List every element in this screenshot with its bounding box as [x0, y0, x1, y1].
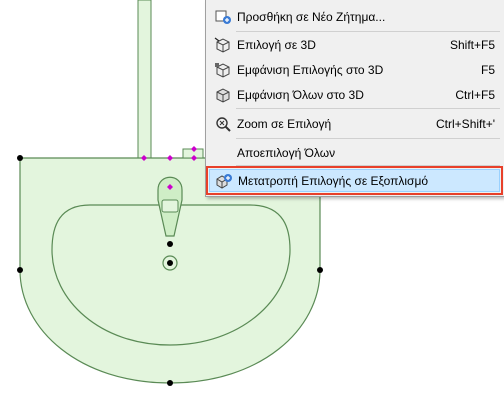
menu-item-label: Εμφάνιση Επιλογής στο 3D [237, 63, 384, 77]
menu-separator [236, 31, 500, 32]
menu-item-shortcut: F5 [480, 63, 495, 77]
menu-separator [236, 138, 500, 139]
hotspot[interactable] [17, 155, 23, 161]
menu-item-deselect-all[interactable]: Αποεπιλογή Όλων [206, 142, 503, 164]
menu-item-shortcut: Ctrl+Shift+' [436, 117, 495, 131]
convert-to-object-icon [215, 173, 233, 189]
menu-item-zoom-to-selection[interactable]: Zoom σε Επιλογή Ctrl+Shift+' [206, 113, 503, 135]
zoom-selection-icon [214, 116, 232, 132]
menu-separator [236, 165, 500, 166]
menu-item-label: Εμφάνιση Όλων στο 3D [237, 88, 364, 102]
menu-item-label: Αποεπιλογή Όλων [237, 146, 336, 160]
faucet-spout [161, 199, 179, 213]
menu-item-convert-selection-to-object[interactable]: Μετατροπή Επιλογής σε Εξοπλισμό [206, 166, 503, 195]
menu-item-shortcut: Ctrl+F5 [455, 88, 495, 102]
add-issue-icon [214, 9, 232, 25]
menu-item-label: Επιλογή σε 3D [237, 38, 316, 52]
hotspot[interactable] [17, 267, 23, 273]
context-menu: Προσθήκη σε Νέο Ζήτημα... Επιλογή σε 3D … [205, 0, 504, 197]
select-3d-icon [214, 37, 232, 53]
hotspot[interactable] [167, 241, 173, 247]
menu-item-select-in-3d[interactable]: Επιλογή σε 3D Shift+F5 [206, 34, 503, 56]
menu-item-label: Μετατροπή Επιλογής σε Εξοπλισμό [238, 174, 429, 188]
menu-item-show-selection-in-3d[interactable]: Εμφάνιση Επιλογής στο 3D F5 [206, 59, 503, 81]
hotspot[interactable] [167, 380, 173, 386]
wall-stub [137, 0, 152, 159]
menu-item-label: Προσθήκη σε Νέο Ζήτημα... [237, 10, 386, 24]
menu-separator [236, 108, 500, 109]
show-all-3d-icon [214, 87, 232, 103]
menu-item-add-to-new-issue[interactable]: Προσθήκη σε Νέο Ζήτημα... [206, 6, 503, 28]
show-selection-3d-icon [214, 62, 232, 78]
menu-item-show-all-in-3d[interactable]: Εμφάνιση Όλων στο 3D Ctrl+F5 [206, 84, 503, 106]
menu-item-shortcut: Shift+F5 [449, 38, 495, 52]
menu-item-label: Zoom σε Επιλογή [237, 117, 332, 131]
hotspot[interactable] [317, 267, 323, 273]
hotspot[interactable] [167, 260, 173, 266]
